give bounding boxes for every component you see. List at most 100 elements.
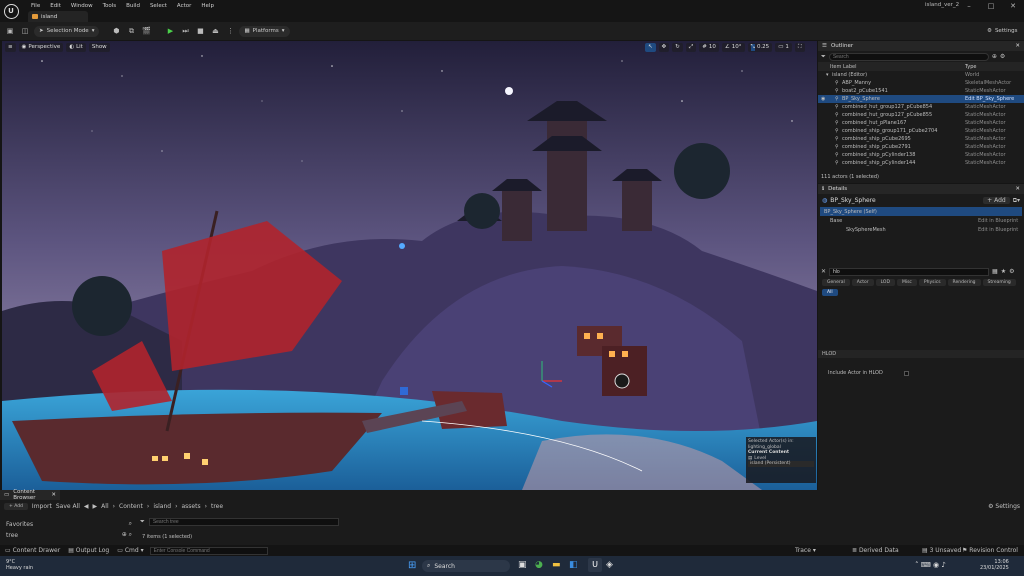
unsaved-button[interactable]: ▤ 3 Unsaved — [922, 547, 961, 554]
maximize-button[interactable]: □ — [980, 0, 1002, 11]
unreal-taskbar-icon[interactable]: U — [588, 558, 602, 572]
cb-search-input[interactable] — [148, 518, 339, 526]
path-content[interactable]: Content — [119, 503, 143, 510]
component-row-mesh[interactable]: SkySphereMesh Edit in Blueprint — [818, 225, 1024, 234]
search-icon[interactable]: ⌕ — [129, 520, 132, 528]
cb-import-button[interactable]: Import — [32, 503, 52, 510]
add-actor-icon[interactable]: ⬢ — [111, 26, 121, 36]
outliner-row[interactable]: ⚲ combined_ship_pCylinder138 StaticMeshAct… — [818, 151, 1024, 159]
cb-save-all-button[interactable]: Save All — [56, 503, 80, 510]
store-icon[interactable]: ◧ — [569, 560, 578, 570]
lit-button[interactable]: ◐ Lit — [66, 42, 86, 52]
stop-icon[interactable]: ■ — [195, 26, 205, 36]
cb-add-button[interactable]: + Add — [4, 502, 28, 510]
grid-icon[interactable]: ▦ — [992, 268, 998, 275]
select-tool-icon[interactable]: ↖ — [645, 42, 656, 52]
minimize-button[interactable]: – — [958, 0, 980, 11]
epic-launcher-icon[interactable]: ◈ — [606, 560, 613, 570]
edit-in-blueprint-link[interactable]: Edit in Blueprint — [978, 227, 1018, 233]
unreal-logo[interactable]: U — [0, 0, 22, 22]
outliner-row[interactable]: ⚲ ABP_Manny SkeletalMeshActor — [818, 79, 1024, 87]
scale-snap-button[interactable]: ⤡ 0.25 — [747, 42, 773, 52]
include-in-hlod-checkbox[interactable] — [904, 370, 909, 376]
rotate-tool-icon[interactable]: ↻ — [672, 42, 683, 52]
skip-icon[interactable]: ⏭ — [180, 26, 190, 36]
component-row-self[interactable]: BP_Sky_Sphere (Self) — [820, 207, 1022, 216]
outliner-row[interactable]: ⚲ combined_ship_group171_pCube2704 StaticM… — [818, 127, 1024, 135]
outliner-row-type[interactable]: Edit BP_Sky_Sphere — [965, 96, 1014, 102]
close-icon[interactable]: ✕ — [1015, 186, 1020, 192]
outliner-tab[interactable]: ☰ Outliner ✕ — [818, 41, 1024, 51]
windows-start-icon[interactable]: ⊞ — [408, 560, 416, 571]
maximize-viewport-icon[interactable]: ⛶ — [794, 42, 805, 52]
revision-control-button[interactable]: ⚑ Revision Control — [962, 547, 1018, 554]
grid-snap-button[interactable]: #10 — [699, 42, 719, 52]
tray-icons[interactable]: ˄ ⌨ ◉ ♪ — [915, 561, 946, 569]
edit-in-blueprint-link[interactable]: Edit in Blueprint — [978, 218, 1018, 224]
file-explorer-icon[interactable]: ▬ — [552, 560, 561, 570]
details-tab[interactable]: ℹ Details ✕ — [818, 184, 1024, 194]
menu-window[interactable]: Window — [66, 3, 98, 9]
clock[interactable]: 13:06 23/01/2025 — [980, 559, 1009, 571]
browse-icon[interactable]: ◫ — [20, 26, 30, 36]
trace-button[interactable]: Trace ▾ — [795, 547, 816, 554]
close-button[interactable]: ✕ — [1002, 0, 1024, 11]
content-drawer-button[interactable]: ▭ Content Drawer — [5, 547, 60, 554]
gear-icon[interactable]: ⚙ — [1000, 53, 1005, 60]
path-assets[interactable]: assets — [181, 503, 200, 510]
details-add-button[interactable]: + Add — [983, 197, 1010, 204]
outliner-row[interactable]: ⚲ boat2_pCube1541 StaticMeshActor — [818, 87, 1024, 95]
forward-icon[interactable]: ▶ — [93, 503, 98, 510]
outliner-search-input[interactable] — [828, 52, 989, 61]
move-tool-icon[interactable]: ✥ — [658, 42, 670, 52]
menu-actor[interactable]: Actor — [172, 3, 196, 9]
close-icon[interactable]: ✕ — [51, 492, 56, 498]
outliner-row[interactable]: ▾ island (Editor) World — [818, 71, 1024, 79]
menu-tools[interactable]: Tools — [98, 3, 122, 9]
cmd-dropdown[interactable]: ▭ Cmd ▾ — [117, 547, 143, 554]
filter-lod[interactable]: LOD — [875, 279, 895, 286]
cb-settings-button[interactable]: ⚙ Settings — [988, 503, 1020, 510]
output-log-button[interactable]: ▤ Output Log — [68, 547, 109, 554]
filter-icon[interactable]: ⏷ — [821, 53, 826, 61]
outliner-row[interactable]: ⚲ combined_hut_group127_pCube854 StaticMes… — [818, 103, 1024, 111]
clear-search-icon[interactable]: ✕ — [821, 268, 826, 275]
blueprint-icon[interactable]: ⧉ — [126, 26, 136, 36]
settings-button[interactable]: ⚙ Settings — [982, 26, 1023, 37]
scale-tool-icon[interactable]: ⤢ — [685, 42, 697, 52]
star-icon[interactable]: ★ — [1001, 268, 1006, 275]
more-icon[interactable]: ⋮ — [225, 26, 235, 36]
close-icon[interactable]: ✕ — [1015, 43, 1020, 49]
filter-icon[interactable]: ⏷ — [140, 518, 145, 526]
taskbar-search[interactable]: ⌕ Search — [422, 560, 510, 572]
perspective-button[interactable]: ◉ Perspective — [18, 42, 64, 52]
show-button[interactable]: Show — [88, 42, 110, 52]
menu-build[interactable]: Build — [121, 3, 145, 9]
outliner-row[interactable]: ⚲ combined_ship_pCylinder144 StaticMeshAct… — [818, 159, 1024, 167]
cinematics-icon[interactable]: 🎬 — [141, 26, 151, 36]
outliner-row[interactable]: ⚲ combined_hut_group127_pCube855 StaticMes… — [818, 111, 1024, 119]
outliner-row[interactable]: ⚲ combined_ship_pCube2695 StaticMeshActor — [818, 135, 1024, 143]
component-row-base[interactable]: Base Edit in Blueprint — [818, 216, 1024, 225]
add-collection-icon[interactable]: ⊕ ⌕ — [122, 531, 132, 539]
details-search-input[interactable] — [829, 267, 990, 276]
level-viewport[interactable]: ≡ ◉ Perspective ◐ Lit Show ↖ ✥ ↻ ⤢ #10 ∠ 10… — [2, 41, 817, 490]
hlod-section-header[interactable]: HLOD — [818, 350, 1024, 358]
platforms-dropdown[interactable]: ▦ Platforms ▾ — [239, 25, 290, 37]
play-icon[interactable]: ▶ — [165, 26, 175, 36]
menu-edit[interactable]: Edit — [45, 3, 66, 9]
filter-general[interactable]: General — [822, 279, 850, 286]
filter-physics[interactable]: Physics — [918, 279, 946, 286]
filter-rendering[interactable]: Rendering — [947, 279, 981, 286]
rotation-snap-button[interactable]: ∠ 10° — [721, 42, 745, 52]
back-icon[interactable]: ◀ — [84, 503, 89, 510]
viewport-options-button[interactable]: ≡ — [5, 42, 16, 52]
save-icon[interactable]: ▣ — [5, 26, 15, 36]
filter-misc[interactable]: Misc — [896, 279, 917, 286]
menu-select[interactable]: Select — [145, 3, 172, 9]
collections-header[interactable]: tree ⊕ ⌕ — [6, 531, 132, 539]
level-selector[interactable]: island (Persistent) — [748, 461, 814, 467]
outliner-row[interactable]: ⚲ combined_ship_pCube2791 StaticMeshActor — [818, 143, 1024, 151]
blueprint-options-icon[interactable]: ⧉▾ — [1013, 197, 1020, 205]
favorites-header[interactable]: Favorites ⌕ — [6, 520, 132, 528]
